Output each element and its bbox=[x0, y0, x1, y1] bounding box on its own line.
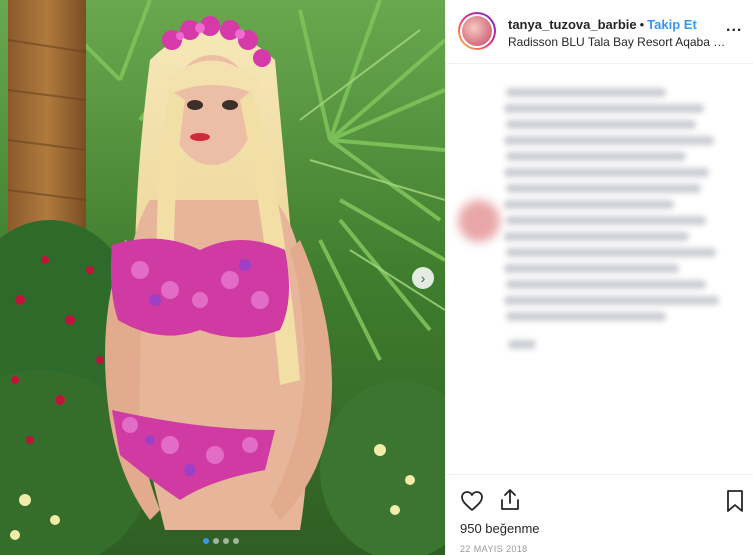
avatar[interactable] bbox=[458, 12, 496, 50]
like-button[interactable] bbox=[459, 488, 485, 514]
carousel-dot bbox=[213, 538, 219, 544]
blurred-text bbox=[504, 104, 704, 113]
carousel-dot bbox=[233, 538, 239, 544]
post-header: tanya_tuzova_barbie • Takip Et Radisson BL… bbox=[446, 0, 753, 64]
carousel-dots bbox=[203, 538, 239, 544]
post-side-panel: tanya_tuzova_barbie • Takip Et Radisson BL… bbox=[445, 0, 753, 555]
separator-dot: • bbox=[639, 17, 645, 32]
blurred-text bbox=[506, 88, 666, 97]
blurred-text bbox=[508, 340, 536, 349]
blurred-text bbox=[506, 216, 706, 225]
comment-avatar bbox=[458, 200, 500, 242]
blurred-text bbox=[506, 248, 716, 257]
blurred-text bbox=[506, 152, 686, 161]
location-link[interactable]: Radisson BLU Tala Bay Resort Aqaba 5 Sta… bbox=[508, 35, 728, 49]
avatar-ring bbox=[460, 14, 494, 48]
likes-count[interactable]: 950 beğenme bbox=[460, 521, 540, 536]
save-button[interactable] bbox=[722, 488, 748, 514]
comments-area bbox=[446, 64, 753, 474]
heart-icon bbox=[461, 491, 483, 511]
blurred-text bbox=[504, 296, 719, 305]
blurred-text bbox=[504, 232, 689, 241]
post-date: 22 MAYIS 2018 bbox=[460, 544, 528, 554]
more-options-button[interactable]: ... bbox=[726, 18, 742, 36]
chevron-right-icon: › bbox=[420, 270, 426, 286]
blurred-text bbox=[504, 136, 714, 145]
blurred-text bbox=[506, 120, 696, 129]
blurred-text bbox=[506, 312, 666, 321]
carousel-dot bbox=[223, 538, 229, 544]
username-link[interactable]: tanya_tuzova_barbie bbox=[508, 17, 637, 32]
follow-button[interactable]: Takip Et bbox=[647, 17, 697, 32]
post-photo[interactable]: › bbox=[0, 0, 445, 555]
username-line: tanya_tuzova_barbie • Takip Et bbox=[508, 17, 697, 32]
blurred-text bbox=[506, 184, 701, 193]
carousel-next-button[interactable]: › bbox=[412, 267, 434, 289]
blurred-text bbox=[504, 168, 709, 177]
blurred-text bbox=[506, 280, 706, 289]
blurred-text bbox=[504, 200, 674, 209]
post-actions: 950 beğenme 22 MAYIS 2018 bbox=[446, 474, 753, 555]
share-button[interactable] bbox=[497, 487, 523, 513]
post-image bbox=[0, 0, 445, 555]
blurred-text bbox=[504, 264, 679, 273]
carousel-dot bbox=[203, 538, 209, 544]
avatar-image bbox=[462, 16, 492, 46]
bookmark-icon bbox=[727, 490, 743, 512]
share-icon bbox=[501, 489, 519, 510]
